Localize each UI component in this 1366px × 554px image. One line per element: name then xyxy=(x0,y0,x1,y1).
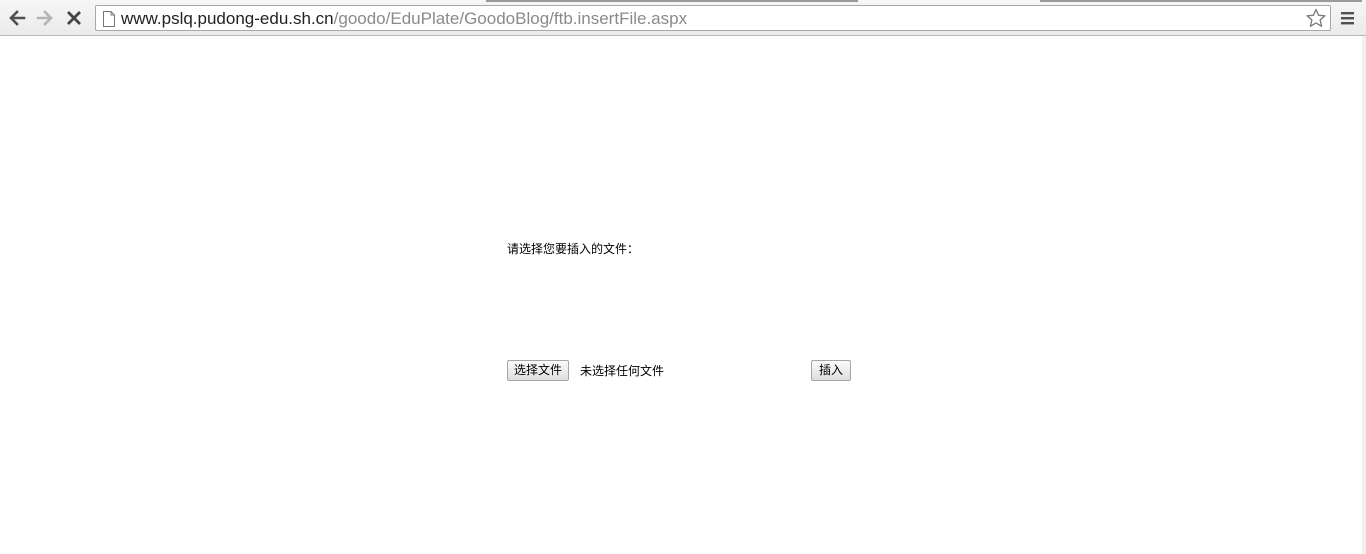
forward-arrow-icon xyxy=(36,10,53,26)
tab-strip-edge xyxy=(486,0,858,2)
insert-button[interactable]: 插入 xyxy=(811,360,852,381)
address-bar[interactable]: www.pslq.pudong-edu.sh.cn/goodo/EduPlate… xyxy=(95,5,1331,31)
url-host: www.pslq.pudong-edu.sh.cn xyxy=(121,9,334,28)
stop-loading-icon xyxy=(67,11,81,25)
url-text[interactable]: www.pslq.pudong-edu.sh.cn/goodo/EduPlate… xyxy=(121,8,687,29)
tab-strip-edge xyxy=(1040,0,1362,2)
forward-button[interactable] xyxy=(33,6,57,30)
page-icon xyxy=(103,11,115,27)
star-icon[interactable] xyxy=(1305,8,1327,28)
menu-icon[interactable] xyxy=(1338,8,1358,28)
back-arrow-icon xyxy=(9,10,26,26)
choose-file-button[interactable]: 选择文件 xyxy=(507,360,570,381)
insert-file-prompt: 请选择您要插入的文件： xyxy=(507,242,640,256)
back-button[interactable] xyxy=(5,6,29,30)
stop-button[interactable] xyxy=(62,6,86,30)
browser-toolbar: www.pslq.pudong-edu.sh.cn/goodo/EduPlate… xyxy=(0,0,1366,36)
scrollbar[interactable] xyxy=(1362,36,1366,554)
url-path: /goodo/EduPlate/GoodoBlog/ftb.insertFile… xyxy=(333,9,688,28)
file-status-text: 未选择任何文件 xyxy=(580,364,665,378)
